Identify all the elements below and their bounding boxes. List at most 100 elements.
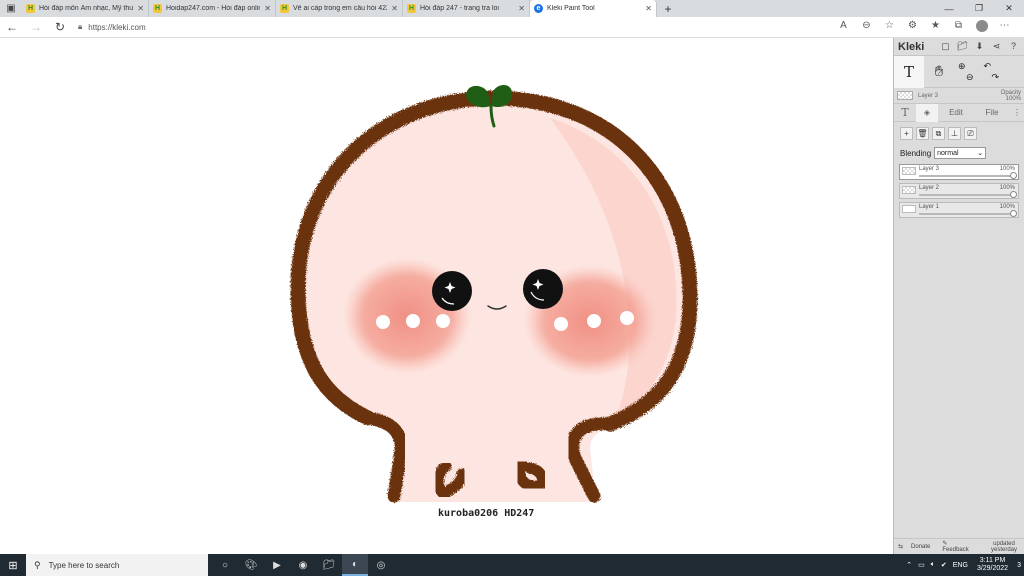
help-icon[interactable]: ? [1006, 41, 1021, 52]
zalo-app-icon[interactable]: ◉ [290, 554, 316, 576]
browser-tab-5[interactable]: e Kleki Paint Tool ✕ [530, 0, 657, 17]
share-icon[interactable]: ⋖ [989, 41, 1004, 52]
windows-start-icon[interactable]: ⊞ [0, 554, 26, 576]
chevron-down-icon: ⌄ [977, 150, 984, 157]
more-options-icon[interactable]: ⋯ [993, 20, 1016, 35]
layer-thumbnail [902, 205, 916, 213]
close-tab-icon[interactable]: ✕ [645, 4, 652, 13]
tab-actions-icon[interactable]: ▣ [0, 0, 22, 17]
tab-edit[interactable]: Edit [938, 104, 974, 122]
hoidap-favicon-icon: H [26, 4, 35, 13]
add-favorite-icon[interactable]: ☆ [878, 20, 901, 35]
layer-thumbnail [902, 167, 916, 175]
kleki-side-panel: Kleki ▢ 📁︎ ⬇ ⋖ ? T ✋︎ ⊕ ⊖ ↶ ↷ Layer 3 Op… [893, 38, 1024, 554]
browser-tab-3[interactable]: H Vẽ ai cáp trong em câu hỏi 4228 ✕ [276, 0, 403, 17]
browser-tab-4[interactable]: H Hỏi đáp 247 - trang tra loi ✕ [403, 0, 530, 17]
url-field[interactable]: 🔒︎ https://kleki.com [78, 22, 832, 32]
browser-tab-bar: ▣ H Hỏi đáp môn Âm nhạc, Mỹ thuật ✕ H Ho… [0, 0, 1024, 17]
restore-icon[interactable]: ❐ [964, 0, 994, 17]
network-icon[interactable]: ▭ [915, 561, 928, 569]
new-tab-icon[interactable]: + [657, 0, 679, 17]
swap-icon[interactable]: ⇆ [894, 543, 907, 550]
extensions-icon[interactable]: ⚙ [901, 20, 924, 35]
edge-app-icon[interactable]: ◐ [342, 554, 368, 576]
layer-name: Layer 2 [919, 185, 940, 191]
tab-text-tool[interactable]: T [894, 104, 916, 122]
tab-layers[interactable]: ◈ [916, 103, 938, 122]
layer-item[interactable]: Layer 2 100% [899, 183, 1019, 199]
refresh-icon[interactable]: ↻ [48, 20, 72, 34]
volume-icon[interactable]: 🔈︎ [928, 561, 938, 569]
zoom-controls: ⊕ ⊖ [958, 61, 974, 83]
zoom-out-icon[interactable]: ⊖ [966, 72, 974, 83]
panel-menu-icon[interactable]: ⋮ [1010, 104, 1024, 122]
drawing-canvas[interactable]: kuroba0206 HD247 [0, 38, 893, 554]
close-tab-icon[interactable]: ✕ [264, 4, 271, 13]
close-window-icon[interactable]: ✕ [994, 0, 1024, 17]
feedback-link[interactable]: ✎ Feedback [934, 540, 983, 553]
close-tab-icon[interactable]: ✕ [391, 4, 398, 13]
merge-layer-icon[interactable]: ⊥ [948, 127, 961, 140]
undo-icon[interactable]: ↶ [984, 61, 1000, 72]
forward-icon[interactable]: → [24, 20, 48, 34]
layer-thumbnail [902, 186, 916, 194]
hand-tool-button[interactable]: ✋︎ [924, 56, 954, 88]
text-tool-button[interactable]: T [894, 55, 924, 88]
layer-item[interactable]: Layer 1 100% [899, 202, 1019, 218]
layer-item[interactable]: Layer 3 100% [899, 164, 1019, 180]
layer-name: Layer 1 [919, 204, 940, 210]
antivirus-icon[interactable]: ✔ [938, 561, 950, 569]
browser-tab-1[interactable]: H Hỏi đáp môn Âm nhạc, Mỹ thuật ✕ [22, 0, 149, 17]
history-controls: ↶ ↷ [984, 61, 1000, 83]
tab-title: Hỏi đáp môn Âm nhạc, Mỹ thuật [39, 5, 134, 12]
close-tab-icon[interactable]: ✕ [518, 4, 525, 13]
task-view-icon[interactable]: ○ [212, 554, 238, 576]
language-indicator[interactable]: ENG [950, 562, 971, 569]
right-eye [523, 269, 563, 309]
browser-tab-2[interactable]: H Hoidap247.com - Hỏi đáp online ✕ [149, 0, 276, 17]
notifications-badge[interactable]: 3 [1014, 562, 1024, 569]
redo-icon[interactable]: ↷ [992, 72, 1000, 83]
zoom-icon[interactable]: ⊖ [855, 20, 878, 35]
blending-select[interactable]: normal ⌄ [934, 147, 987, 159]
left-arm-outline [361, 411, 408, 503]
new-image-icon[interactable]: ▢ [938, 41, 953, 52]
left-eye [432, 271, 472, 311]
duplicate-layer-icon[interactable]: ⧉ [932, 127, 945, 140]
back-icon[interactable]: ← [0, 20, 24, 34]
rename-layer-icon[interactable]: ⎚ [964, 127, 977, 140]
kleki-logo: Kleki [898, 40, 925, 53]
layer-thumbnail [897, 91, 913, 100]
blending-label: Blending [900, 148, 932, 158]
layer-opacity-slider[interactable] [919, 191, 1017, 198]
zoom-in-icon[interactable]: ⊕ [958, 61, 974, 72]
show-hidden-icons-icon[interactable]: ⌃ [903, 561, 915, 569]
panel-tabs: T ◈ Edit File ⋮ [894, 103, 1024, 122]
file-explorer-icon[interactable]: 📁︎ [316, 554, 342, 576]
updated-note[interactable]: updated yesterday [983, 541, 1024, 553]
delete-layer-icon[interactable]: 🗑︎ [916, 127, 929, 140]
current-layer-preview: Layer 3 Opacity 100% [894, 88, 1024, 104]
hoidap-favicon-icon: H [280, 4, 289, 13]
layer-opacity-slider[interactable] [919, 210, 1017, 217]
zoom-app-icon[interactable]: ▶ [264, 554, 290, 576]
current-layer-opacity: Opacity 100% [1000, 89, 1021, 102]
minimize-icon[interactable]: — [934, 0, 964, 17]
hoidap-favicon-icon: H [153, 4, 162, 13]
read-aloud-icon[interactable]: A [832, 20, 855, 35]
chrome-app-icon[interactable]: ◎ [368, 554, 394, 576]
paint-app-icon[interactable]: 🎨︎ [238, 554, 264, 576]
collections-icon[interactable]: ⧉ [947, 20, 970, 35]
add-layer-icon[interactable]: + [900, 127, 913, 140]
download-icon[interactable]: ⬇ [972, 41, 987, 52]
layer-opacity-slider[interactable] [919, 172, 1017, 179]
close-tab-icon[interactable]: ✕ [137, 4, 144, 13]
tab-file[interactable]: File [974, 104, 1010, 122]
taskbar-search[interactable]: ⚲ Type here to search [26, 554, 208, 576]
favorites-icon[interactable]: ★ [924, 20, 947, 35]
taskbar-clock[interactable]: 3:11 PM 3/29/2022 [971, 557, 1014, 573]
donate-link[interactable]: Donate [907, 544, 934, 550]
profile-avatar[interactable] [970, 19, 993, 35]
open-folder-icon[interactable]: 📁︎ [955, 41, 970, 52]
hoidap-favicon-icon: H [407, 4, 416, 13]
